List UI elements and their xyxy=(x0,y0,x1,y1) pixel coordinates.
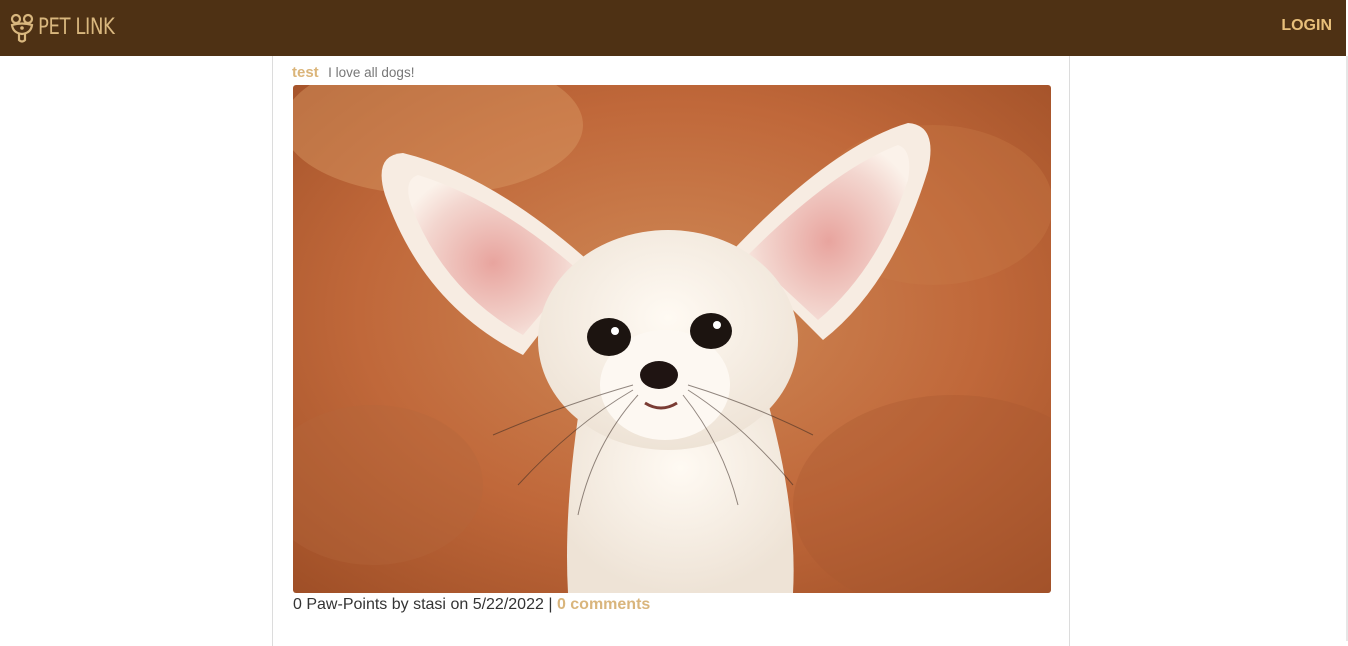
meta-separator: | xyxy=(548,596,553,613)
post-feed: test I love all dogs! 0 Paw-Points by st… xyxy=(272,56,1070,646)
brand-name: PET LINK xyxy=(38,15,115,40)
paw-points-count: 0 xyxy=(293,596,302,613)
top-navbar: PET LINK LOGIN xyxy=(0,0,1346,56)
comments-link[interactable]: 0 comments xyxy=(557,596,650,613)
brand-home-link[interactable]: PET LINK xyxy=(9,12,131,44)
post-header: test I love all dogs! xyxy=(292,64,414,82)
paw-face-logo-icon xyxy=(10,13,34,43)
post-image[interactable] xyxy=(293,85,1051,593)
post-title-link[interactable]: test xyxy=(292,64,319,81)
login-link[interactable]: LOGIN xyxy=(1281,17,1332,35)
post-date: 5/22/2022 xyxy=(472,596,544,613)
fennec-fox-image xyxy=(293,85,1051,593)
post-caption: I love all dogs! xyxy=(328,65,415,80)
paw-points-label: Paw-Points by xyxy=(306,596,409,613)
post-author: stasi xyxy=(413,596,446,613)
post-meta: 0 Paw-Points by stasi on 5/22/2022 | 0 c… xyxy=(293,596,650,614)
date-prefix: on xyxy=(450,596,469,613)
